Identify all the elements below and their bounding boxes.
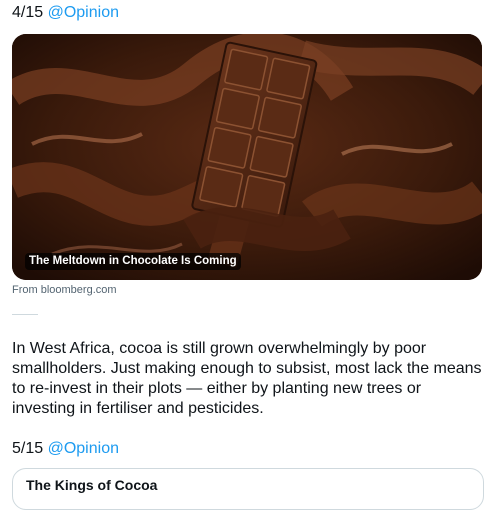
card-title: The Meltdown in Chocolate Is Coming [25, 253, 241, 270]
thread-index: 4/15 [12, 4, 44, 21]
divider [12, 314, 38, 315]
thread-header-4: 4/15 @Opinion [12, 2, 119, 24]
opinion-mention-link[interactable]: @Opinion [48, 4, 119, 21]
thread-header-5: 5/15 @Opinion [12, 438, 119, 460]
chocolate-image [12, 34, 482, 280]
link-source: From bloomberg.com [12, 284, 117, 296]
thread-index: 5/15 [12, 440, 44, 457]
link-preview-card-2[interactable]: The Kings of Cocoa [12, 468, 484, 510]
tweet-body: In West Africa, cocoa is still grown ove… [12, 340, 482, 417]
opinion-mention-link[interactable]: @Opinion [48, 440, 119, 457]
link-preview-card[interactable]: The Meltdown in Chocolate Is Coming [12, 34, 482, 280]
card-title: The Kings of Cocoa [26, 477, 158, 493]
